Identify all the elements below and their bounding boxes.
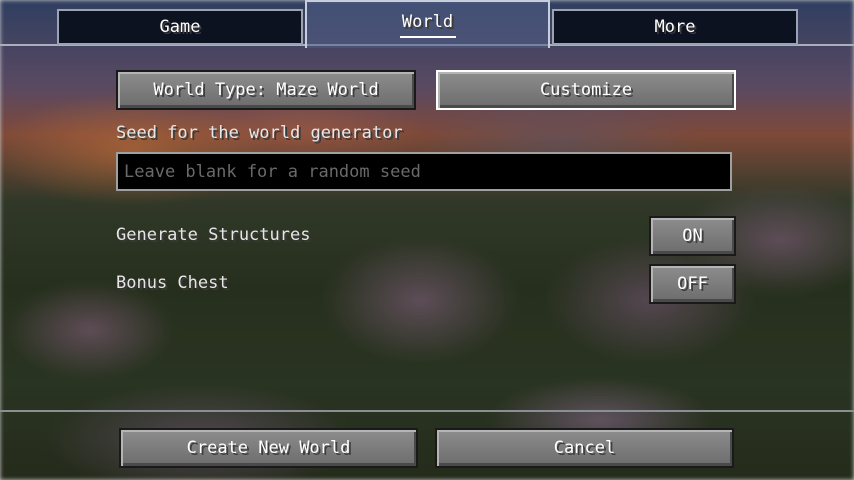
generate-structures-value: ON — [682, 226, 703, 246]
world-type-button[interactable]: World Type: Maze World — [116, 70, 416, 110]
active-tab-underline — [399, 36, 456, 38]
cancel-label: Cancel — [553, 438, 616, 458]
generate-structures-toggle[interactable]: ON — [649, 216, 736, 256]
world-type-label: World Type: Maze World — [153, 80, 379, 100]
tab-more[interactable]: More — [552, 9, 798, 45]
cancel-button[interactable]: Cancel — [435, 428, 734, 468]
tab-bar: Game World More — [0, 0, 854, 48]
seed-input[interactable]: Leave blank for a random seed — [116, 152, 732, 191]
bonus-chest-label: Bonus Chest — [116, 273, 229, 293]
tab-world-label: World — [401, 12, 454, 32]
create-new-world-button[interactable]: Create New World — [119, 428, 418, 468]
customize-button[interactable]: Customize — [436, 70, 736, 110]
seed-label: Seed for the world generator — [116, 123, 403, 143]
tab-world[interactable]: World — [305, 0, 550, 48]
tab-game[interactable]: Game — [57, 9, 303, 45]
bonus-chest-value: OFF — [677, 274, 708, 294]
create-new-world-label: Create New World — [186, 438, 351, 458]
bonus-chest-toggle[interactable]: OFF — [649, 264, 736, 304]
seed-placeholder: Leave blank for a random seed — [124, 161, 421, 182]
tab-more-label: More — [654, 17, 696, 37]
footer-divider — [0, 410, 854, 412]
generate-structures-label: Generate Structures — [116, 225, 311, 245]
customize-label: Customize — [539, 80, 633, 100]
tab-game-label: Game — [159, 17, 201, 37]
